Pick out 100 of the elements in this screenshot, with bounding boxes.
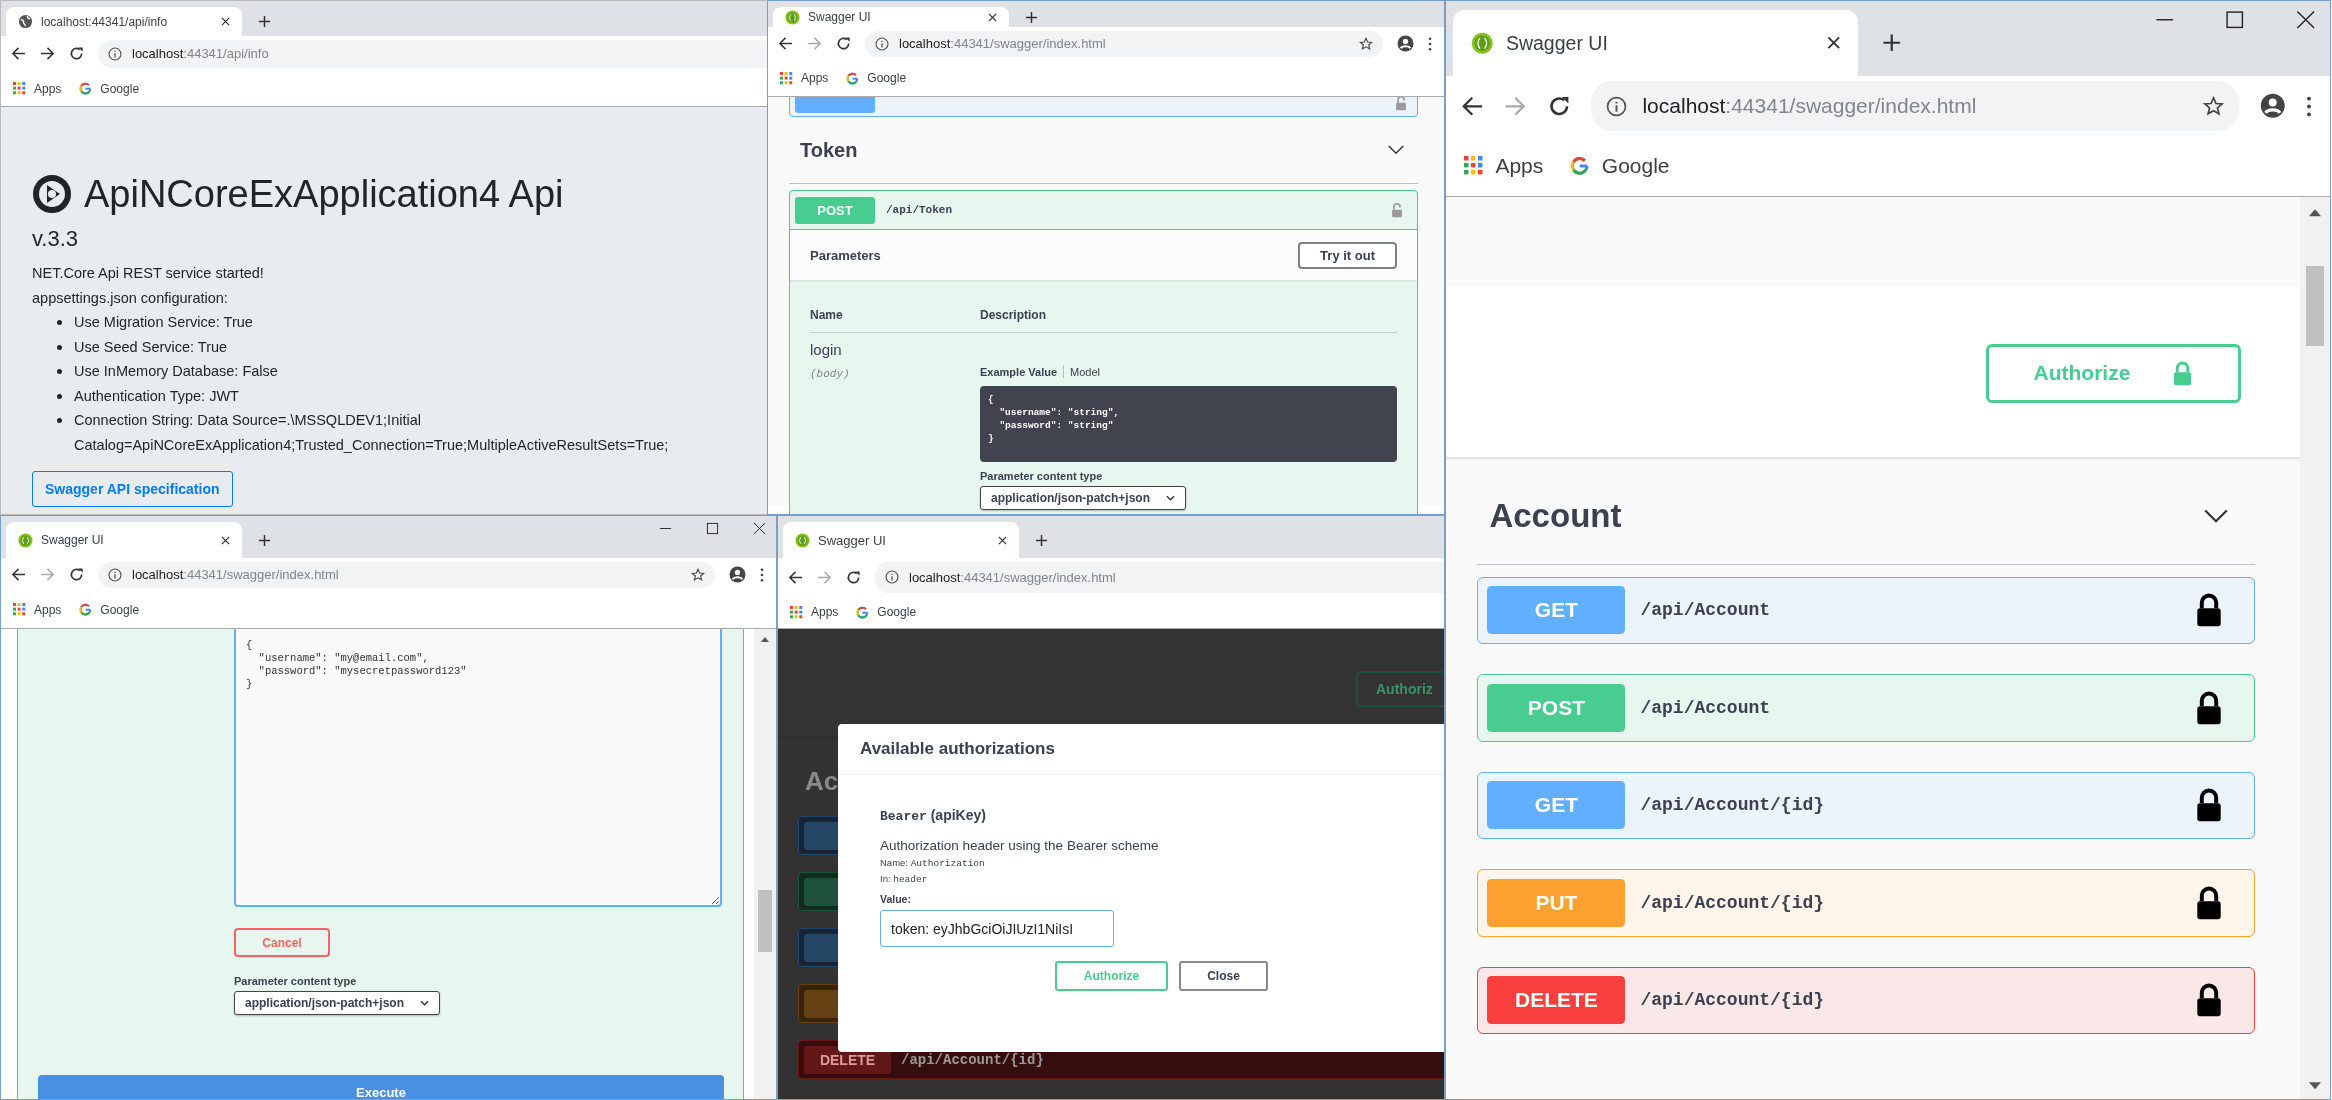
bookmark-link[interactable]: Google xyxy=(79,602,140,617)
operation-row[interactable]: GET /api/Account xyxy=(1477,576,2256,644)
scheme-title: Bearer (apiKey) xyxy=(880,807,987,824)
new-tab-icon[interactable] xyxy=(258,533,271,547)
token-input[interactable]: token: eyJhbGciOiJIUzI1NiIsI xyxy=(880,910,1114,947)
setting-text: Connection String: Data Source=.\MSSQLDEV1;Initial Catalog=ApiNCoreExApplication4;Trusted_Connection=True;MultipleActiveResultSets=True; xyxy=(74,411,670,455)
scrollbar-thumb[interactable] xyxy=(758,890,772,952)
bookmark-link[interactable]: Google xyxy=(846,71,907,85)
maximize-icon[interactable] xyxy=(706,522,719,535)
chevron-down-icon[interactable] xyxy=(1388,145,1404,155)
info-icon[interactable] xyxy=(875,36,889,51)
example-tab[interactable]: Example Value xyxy=(980,365,1058,378)
back-arrow-icon[interactable] xyxy=(778,36,793,51)
operation-row[interactable]: DELETE /api/Account/{id} xyxy=(1477,966,2256,1034)
version-text: v.3.3 xyxy=(32,225,80,253)
close-tab-icon[interactable] xyxy=(221,17,230,26)
endpoint-path: /api/Account/{id} xyxy=(901,1051,1044,1068)
scroll-up-icon[interactable] xyxy=(2309,209,2322,217)
operation-row[interactable]: GET /api/Account/{id} xyxy=(1477,771,2256,839)
apps-grid-icon xyxy=(13,82,26,95)
scrollbar[interactable] xyxy=(2300,197,2331,1099)
tab-title: Swagger UI xyxy=(808,10,872,24)
info-icon[interactable] xyxy=(1606,95,1628,117)
address-bar[interactable]: localhost:44341/api/info xyxy=(98,39,767,68)
reload-icon[interactable] xyxy=(1547,94,1571,118)
profile-icon[interactable] xyxy=(2259,93,2286,119)
star-icon[interactable] xyxy=(1359,36,1373,51)
operation-row[interactable]: PUT /api/Account/{id} xyxy=(1477,869,2256,937)
reload-icon[interactable] xyxy=(69,46,84,61)
close-button[interactable]: Close xyxy=(1179,961,1268,991)
menu-icon[interactable] xyxy=(2306,95,2313,117)
star-icon[interactable] xyxy=(2202,95,2224,117)
star-icon[interactable] xyxy=(691,567,705,582)
google-logo-icon xyxy=(1570,156,1590,176)
close-tab-icon[interactable] xyxy=(221,535,230,545)
close-icon[interactable] xyxy=(2295,10,2316,30)
address-bar[interactable]: localhost:44341/swagger/index.html xyxy=(1591,81,2239,131)
endpoint-path: /api/Account/{id} xyxy=(1640,892,1826,913)
reload-icon[interactable] xyxy=(69,567,84,582)
bookmark-link[interactable]: Apps xyxy=(13,602,62,617)
back-arrow-icon[interactable] xyxy=(1460,94,1484,118)
scrollbar[interactable] xyxy=(754,629,776,1099)
browser-tab[interactable]: localhost:44341/api/info xyxy=(6,7,242,36)
menu-icon[interactable] xyxy=(760,567,764,582)
scroll-up-icon[interactable] xyxy=(761,637,769,642)
bookmark-link[interactable]: Google xyxy=(856,605,917,619)
browser-tab[interactable]: Swagger UI xyxy=(1453,10,1859,76)
new-tab-icon[interactable] xyxy=(1025,10,1038,24)
profile-icon[interactable] xyxy=(1397,35,1414,52)
globe-icon xyxy=(18,14,33,29)
info-icon[interactable] xyxy=(108,46,122,61)
new-tab-icon[interactable] xyxy=(1035,533,1048,547)
menu-icon[interactable] xyxy=(1428,36,1432,51)
try-it-out-button[interactable]: Try it out xyxy=(1298,241,1397,269)
section-header[interactable]: Account xyxy=(1477,456,2256,565)
back-arrow-icon[interactable] xyxy=(788,569,803,585)
scrollbar-thumb[interactable] xyxy=(2306,266,2325,346)
bookmark-link[interactable]: Google xyxy=(1570,154,1670,178)
example-tab[interactable]: Model xyxy=(1070,365,1100,378)
reload-icon[interactable] xyxy=(836,36,851,51)
bookmark-link[interactable]: Apps xyxy=(790,605,839,619)
close-tab-icon[interactable] xyxy=(1826,36,1841,50)
parameters-title: Parameters xyxy=(810,247,881,263)
close-icon[interactable] xyxy=(753,522,766,535)
back-arrow-icon[interactable] xyxy=(11,567,26,582)
request-body-field[interactable]: { "username": "my@email.com", "password": "mysecretpassword123" } xyxy=(234,629,722,907)
open-padlock-icon[interactable] xyxy=(1391,202,1403,218)
back-arrow-icon[interactable] xyxy=(11,46,26,61)
close-tab-icon[interactable] xyxy=(988,12,997,22)
field-label: Parameter content type xyxy=(980,470,1104,482)
scroll-down-icon[interactable] xyxy=(2309,1082,2322,1090)
new-tab-icon[interactable] xyxy=(258,15,271,28)
column-header: Description xyxy=(980,308,1047,322)
content-type-select[interactable]: application/json-patch+json xyxy=(980,486,1187,510)
address-bar[interactable]: localhost:44341/swagger/index.html xyxy=(98,561,715,588)
open-padlock-icon[interactable] xyxy=(1395,97,1407,111)
google-logo-icon xyxy=(79,603,93,616)
bookmark-link[interactable]: Apps xyxy=(780,71,829,85)
browser-tab[interactable]: Swagger UI xyxy=(773,7,1009,27)
forward-arrow-icon[interactable] xyxy=(40,46,55,61)
info-icon[interactable] xyxy=(885,570,899,584)
profile-icon[interactable] xyxy=(729,566,746,583)
page-title: ApiNCoreExApplication4 Api xyxy=(84,172,564,217)
operation-row[interactable]: POST /api/Account xyxy=(1477,674,2256,742)
url-text: localhost:44341/swagger/index.html xyxy=(899,36,1107,51)
close-tab-icon[interactable] xyxy=(998,535,1007,545)
reload-icon[interactable] xyxy=(846,569,861,585)
bookmark-link[interactable]: Apps xyxy=(1463,154,1544,178)
info-icon[interactable] xyxy=(108,567,122,582)
browser-tab[interactable]: Swagger UI xyxy=(6,522,242,558)
browser-tab[interactable]: Swagger UI xyxy=(783,522,1019,558)
address-bar[interactable]: localhost:44341/swagger/index.html xyxy=(865,30,1383,57)
address-bar[interactable]: localhost:44341/swagger/index.html xyxy=(875,561,1444,593)
chevron-down-icon[interactable] xyxy=(2204,508,2229,524)
new-tab-icon[interactable] xyxy=(1882,33,1902,53)
bookmark-link[interactable]: Google xyxy=(79,81,140,96)
section-header[interactable]: Token xyxy=(789,117,1418,184)
content-type-select[interactable]: application/json-patch+json xyxy=(234,991,441,1015)
maximize-icon[interactable] xyxy=(2225,10,2245,30)
bookmark-link[interactable]: Apps xyxy=(13,81,62,96)
